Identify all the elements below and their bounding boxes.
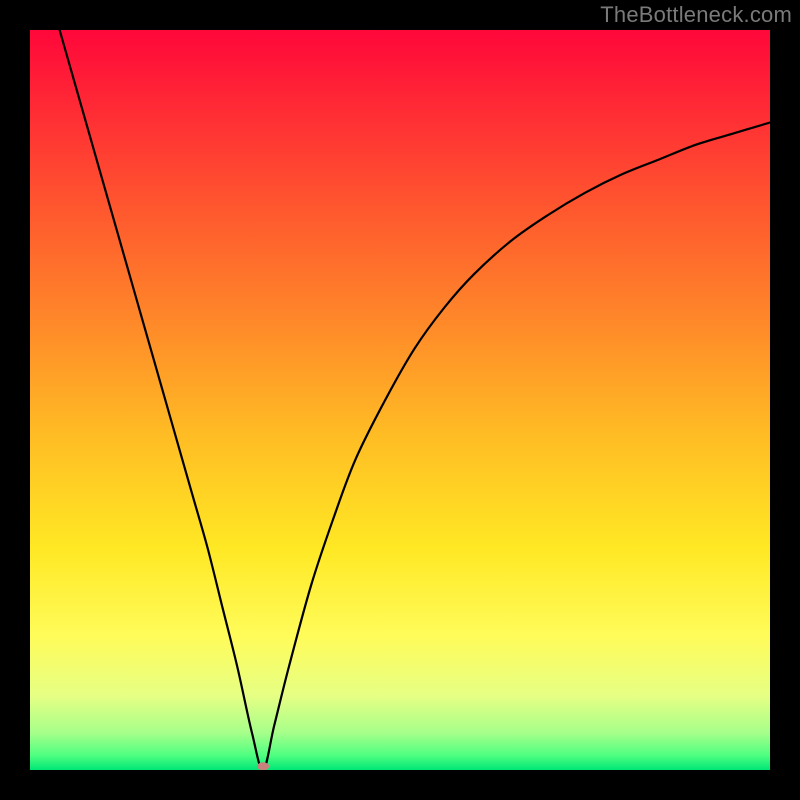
gradient-background	[30, 30, 770, 770]
watermark-text: TheBottleneck.com	[600, 2, 792, 28]
chart-svg	[30, 30, 770, 770]
minimum-marker	[257, 762, 269, 770]
chart-frame: TheBottleneck.com	[0, 0, 800, 800]
plot-area	[30, 30, 770, 770]
